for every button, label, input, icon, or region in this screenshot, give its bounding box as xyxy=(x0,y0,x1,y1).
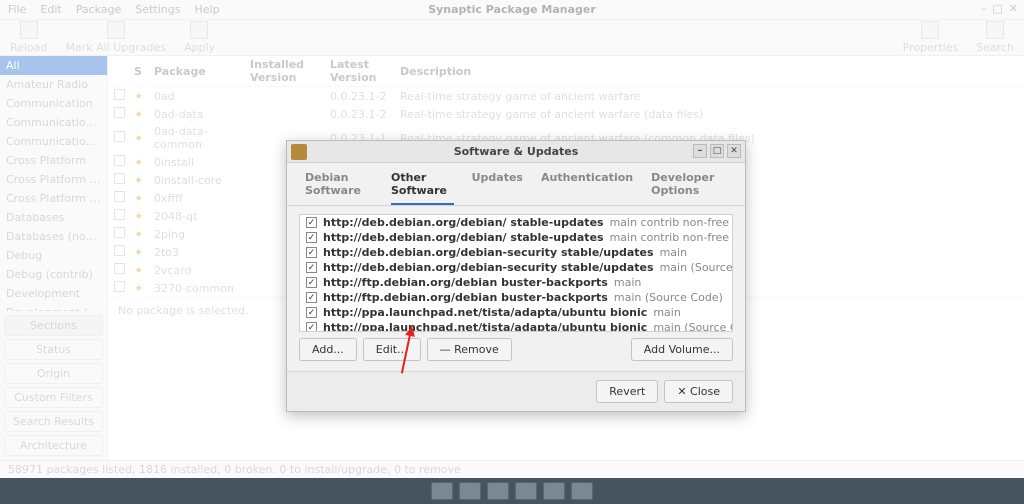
tab-authentication[interactable]: Authentication xyxy=(541,171,633,205)
source-item[interactable]: ✓http://ftp.debian.org/debian buster-bac… xyxy=(300,275,732,290)
dialog-maximize-icon[interactable]: □ xyxy=(710,144,724,158)
remove-button[interactable]: — Remove xyxy=(427,338,512,361)
tab-updates[interactable]: Updates xyxy=(472,171,523,205)
source-item[interactable]: ✓http://deb.debian.org/debian-security s… xyxy=(300,260,732,275)
source-checkbox[interactable]: ✓ xyxy=(306,277,317,288)
source-item[interactable]: ✓http://deb.debian.org/debian/ stable-up… xyxy=(300,215,732,230)
taskbar-files-icon[interactable] xyxy=(431,482,453,500)
source-item[interactable]: ✓http://deb.debian.org/debian-security s… xyxy=(300,245,732,260)
add-volume-button[interactable]: Add Volume... xyxy=(631,338,733,361)
taskbar xyxy=(0,478,1024,504)
source-checkbox[interactable]: ✓ xyxy=(306,307,317,318)
source-checkbox[interactable]: ✓ xyxy=(306,232,317,243)
close-button[interactable]: ✕ Close xyxy=(664,380,733,403)
taskbar-browser-icon[interactable] xyxy=(515,482,537,500)
dialog-titlebar: Software & Updates – □ ✕ xyxy=(287,141,745,163)
add-button[interactable]: Add... xyxy=(299,338,357,361)
taskbar-folder-icon[interactable] xyxy=(571,482,593,500)
taskbar-notes-icon[interactable] xyxy=(487,482,509,500)
tab-debian-software[interactable]: Debian Software xyxy=(305,171,373,205)
source-checkbox[interactable]: ✓ xyxy=(306,247,317,258)
software-updates-dialog: Software & Updates – □ ✕ Debian Software… xyxy=(286,140,746,412)
source-checkbox[interactable]: ✓ xyxy=(306,322,317,332)
taskbar-terminal-icon[interactable] xyxy=(459,482,481,500)
source-item[interactable]: ✓http://deb.debian.org/debian/ stable-up… xyxy=(300,230,732,245)
source-checkbox[interactable]: ✓ xyxy=(306,262,317,273)
software-sources-icon xyxy=(291,144,307,160)
tab-developer-options[interactable]: Developer Options xyxy=(651,171,727,205)
edit-button[interactable]: Edit... xyxy=(363,338,421,361)
source-item[interactable]: ✓http://ftp.debian.org/debian buster-bac… xyxy=(300,290,732,305)
source-item[interactable]: ✓http://ppa.launchpad.net/tista/adapta/u… xyxy=(300,305,732,320)
dialog-close-icon[interactable]: ✕ xyxy=(727,144,741,158)
dialog-title: Software & Updates xyxy=(454,145,579,158)
source-list[interactable]: ✓http://deb.debian.org/debian/ stable-up… xyxy=(299,214,733,332)
taskbar-synaptic-icon[interactable] xyxy=(543,482,565,500)
dialog-tabs: Debian Software Other Software Updates Auth… xyxy=(287,163,745,206)
source-checkbox[interactable]: ✓ xyxy=(306,292,317,303)
source-checkbox[interactable]: ✓ xyxy=(306,217,317,228)
source-item[interactable]: ✓http://ppa.launchpad.net/tista/adapta/u… xyxy=(300,320,732,332)
revert-button[interactable]: Revert xyxy=(596,380,658,403)
dialog-minimize-icon[interactable]: – xyxy=(693,144,707,158)
tab-other-software[interactable]: Other Software xyxy=(391,171,454,205)
